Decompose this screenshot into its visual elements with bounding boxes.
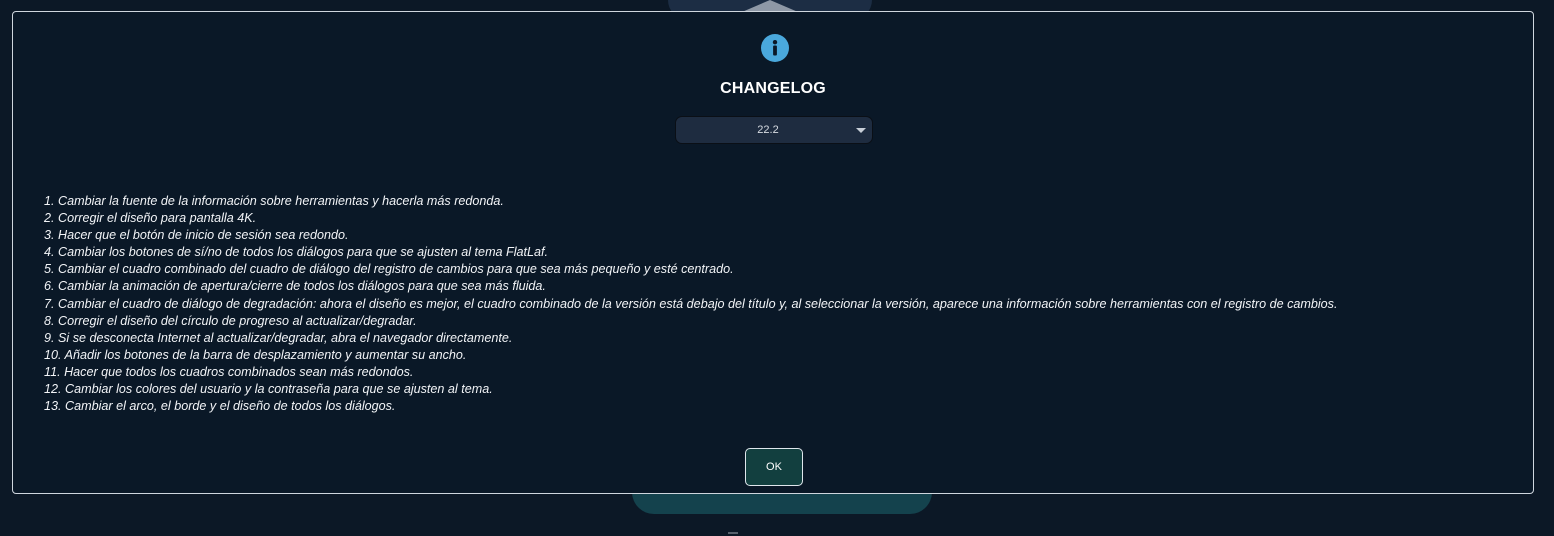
changelog-item: 9. Si se desconecta Internet al actualiz… (44, 330, 513, 345)
chevron-down-icon[interactable] (856, 127, 866, 133)
changelog-list: 1. Cambiar la fuente de la información s… (44, 193, 1337, 415)
version-select-value: 22.2 (757, 124, 779, 136)
changelog-item: 10. Añadir los botones de la barra de de… (44, 347, 467, 362)
version-select[interactable]: 22.2 (675, 116, 873, 144)
changelog-item: 12. Cambiar los colores del usuario y la… (44, 382, 493, 397)
app-window: CHANGELOG 22.2 1. Cambiar la fuente de l… (0, 0, 1554, 536)
info-icon (761, 34, 789, 62)
changelog-item: 13. Cambiar el arco, el borde y el diseñ… (44, 399, 396, 414)
changelog-item: 3. Hacer que el botón de inicio de sesió… (44, 228, 349, 243)
background-divider (728, 532, 738, 534)
changelog-item: 5. Cambiar el cuadro combinado del cuadr… (44, 262, 734, 277)
dialog-title: CHANGELOG (720, 80, 826, 97)
changelog-item: 8. Corregir el diseño del círculo de pro… (44, 313, 417, 328)
ok-button[interactable]: OK (745, 448, 803, 486)
changelog-item: 1. Cambiar la fuente de la información s… (44, 194, 504, 208)
changelog-item: 2. Corregir el diseño para pantalla 4K. (44, 211, 257, 226)
changelog-item: 7. Cambiar el cuadro de diálogo de degra… (44, 296, 1338, 311)
changelog-item: 11. Hacer que todos los cuadros combinad… (44, 364, 414, 379)
changelog-dialog: CHANGELOG 22.2 1. Cambiar la fuente de l… (12, 11, 1534, 494)
changelog-item: 6. Cambiar la animación de apertura/cier… (44, 279, 546, 294)
changelog-item: 4. Cambiar los botones de sí/no de todos… (44, 245, 549, 260)
